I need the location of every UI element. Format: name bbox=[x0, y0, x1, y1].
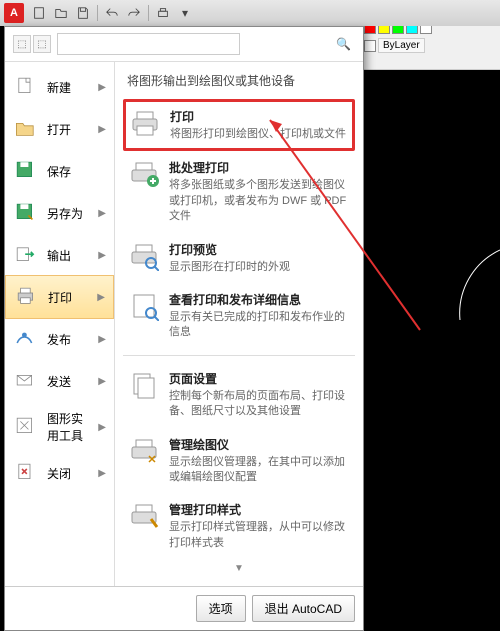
collapse-icon[interactable]: ⬚ bbox=[13, 35, 31, 53]
export-icon bbox=[13, 242, 39, 268]
menu-item-label: 另存为 bbox=[47, 205, 90, 222]
sub-item-desc: 控制每个新布局的页面布局、打印设备、图纸尺寸以及其他设置 bbox=[169, 389, 349, 420]
menu-item-save[interactable]: 保存 bbox=[5, 150, 114, 192]
menu-item-publish[interactable]: 发布 ▶ bbox=[5, 318, 114, 360]
sub-item-desc: 显示绘图仪管理器，在其中可以添加或编辑绘图仪配置 bbox=[169, 455, 349, 486]
submenu-title: 将图形输出到绘图仪或其他设备 bbox=[123, 70, 355, 91]
ribbon: ByLayer bbox=[360, 20, 500, 70]
menu-item-file-new[interactable]: 新建 ▶ bbox=[5, 66, 114, 108]
save-as-icon bbox=[13, 200, 39, 226]
qat-redo-icon[interactable] bbox=[123, 3, 145, 23]
menu-item-tools[interactable]: 图形实用工具 ▶ bbox=[5, 402, 114, 452]
sub-item-desc: 将多张图纸或多个图形发送到绘图仪或打印机，或者发布为 DWF 或 PDF 文件 bbox=[169, 178, 349, 224]
search-icon[interactable]: 🔍 bbox=[336, 37, 351, 51]
more-arrow-icon[interactable]: ▼ bbox=[123, 559, 355, 578]
menu-item-folder-open[interactable]: 打开 ▶ bbox=[5, 108, 114, 150]
chevron-right-icon: ▶ bbox=[98, 334, 106, 345]
chevron-right-icon: ▶ bbox=[98, 250, 106, 261]
sub-item-desc: 显示打印样式管理器，从中可以修改打印样式表 bbox=[169, 520, 349, 551]
options-button[interactable]: 选项 bbox=[196, 595, 246, 622]
chevron-right-icon: ▶ bbox=[98, 376, 106, 387]
file-new-icon bbox=[13, 74, 39, 100]
chevron-right-icon: ▶ bbox=[98, 422, 106, 433]
sub-item-batch-print[interactable]: 批处理打印 将多张图纸或多个图形发送到绘图仪或打印机，或者发布为 DWF 或 P… bbox=[123, 151, 355, 232]
menu-item-label: 打开 bbox=[47, 121, 90, 138]
menu-item-save-as[interactable]: 另存为 ▶ bbox=[5, 192, 114, 234]
layer-color-icon[interactable] bbox=[364, 40, 376, 52]
sub-item-printer[interactable]: 打印 将图形打印到绘图仪、打印机或文件 bbox=[123, 99, 355, 151]
chevron-right-icon: ▶ bbox=[98, 82, 106, 93]
chevron-right-icon: ▶ bbox=[98, 124, 106, 135]
sub-item-desc: 将图形打印到绘图仪、打印机或文件 bbox=[170, 127, 346, 142]
menu-right: 将图形输出到绘图仪或其他设备 打印 将图形打印到绘图仪、打印机或文件 批处理打印… bbox=[115, 62, 363, 586]
sub-item-details[interactable]: 查看打印和发布详细信息 显示有关已完成的打印和发布作业的信息 bbox=[123, 283, 355, 349]
sub-item-title: 批处理打印 bbox=[169, 159, 349, 176]
exit-button[interactable]: 退出 AutoCAD bbox=[252, 595, 355, 622]
folder-open-icon bbox=[13, 116, 39, 142]
sub-item-title: 查看打印和发布详细信息 bbox=[169, 291, 349, 308]
plotter-icon bbox=[129, 436, 159, 466]
sub-item-styles[interactable]: 管理打印样式 显示打印样式管理器，从中可以修改打印样式表 bbox=[123, 493, 355, 559]
sub-item-title: 页面设置 bbox=[169, 370, 349, 387]
preview-icon bbox=[129, 241, 159, 271]
titlebar: A ▾ bbox=[0, 0, 500, 26]
details-icon bbox=[129, 291, 159, 321]
menu-item-label: 发送 bbox=[47, 373, 90, 390]
chevron-right-icon: ▶ bbox=[97, 292, 105, 303]
save-icon bbox=[13, 158, 39, 184]
print-icon bbox=[14, 284, 40, 310]
printer-icon bbox=[130, 108, 160, 138]
expand-icon[interactable]: ⬚ bbox=[33, 35, 51, 53]
qat-save-icon[interactable] bbox=[72, 3, 94, 23]
page-setup-icon bbox=[129, 370, 159, 400]
send-icon bbox=[13, 368, 39, 394]
sub-item-title: 打印 bbox=[170, 108, 346, 125]
publish-icon bbox=[13, 326, 39, 352]
close-doc-icon bbox=[13, 460, 39, 486]
chevron-right-icon: ▶ bbox=[98, 468, 106, 479]
menu-item-label: 新建 bbox=[47, 79, 90, 96]
menu-footer: 选项 退出 AutoCAD bbox=[5, 586, 363, 630]
sub-item-desc: 显示有关已完成的打印和发布作业的信息 bbox=[169, 310, 349, 341]
menu-item-label: 打印 bbox=[48, 289, 89, 306]
tools-icon bbox=[13, 414, 39, 440]
qat-undo-icon[interactable] bbox=[101, 3, 123, 23]
sub-item-title: 管理打印样式 bbox=[169, 501, 349, 518]
qat-dropdown-icon[interactable]: ▾ bbox=[174, 3, 196, 23]
sub-item-page-setup[interactable]: 页面设置 控制每个新布局的页面布局、打印设备、图纸尺寸以及其他设置 bbox=[123, 362, 355, 428]
layer-dropdown[interactable]: ByLayer bbox=[378, 38, 425, 53]
batch-print-icon bbox=[129, 159, 159, 189]
chevron-right-icon: ▶ bbox=[98, 208, 106, 219]
sub-item-preview[interactable]: 打印预览 显示图形在打印时的外观 bbox=[123, 233, 355, 283]
sub-item-title: 打印预览 bbox=[169, 241, 290, 258]
menu-left: 新建 ▶ 打开 ▶ 保存 另存为 ▶ 输出 ▶ 打印 ▶ 发布 ▶ 发送 ▶ 图… bbox=[5, 62, 115, 586]
sub-item-plotter[interactable]: 管理绘图仪 显示绘图仪管理器，在其中可以添加或编辑绘图仪配置 bbox=[123, 428, 355, 494]
menu-item-close-doc[interactable]: 关闭 ▶ bbox=[5, 452, 114, 494]
qat-print-icon[interactable] bbox=[152, 3, 174, 23]
menu-item-label: 发布 bbox=[47, 331, 90, 348]
menu-item-label: 保存 bbox=[47, 163, 106, 180]
qat-new-icon[interactable] bbox=[28, 3, 50, 23]
menu-item-export[interactable]: 输出 ▶ bbox=[5, 234, 114, 276]
menu-item-label: 关闭 bbox=[47, 465, 90, 482]
search-input[interactable] bbox=[57, 33, 240, 55]
app-menu: ⬚ ⬚ 🔍 新建 ▶ 打开 ▶ 保存 另存为 ▶ 输出 ▶ 打印 ▶ 发布 ▶ … bbox=[4, 26, 364, 631]
qat-open-icon[interactable] bbox=[50, 3, 72, 23]
sub-item-desc: 显示图形在打印时的外观 bbox=[169, 260, 290, 275]
menu-item-label: 图形实用工具 bbox=[47, 410, 90, 444]
styles-icon bbox=[129, 501, 159, 531]
app-icon[interactable]: A bbox=[4, 3, 24, 23]
menu-item-print[interactable]: 打印 ▶ bbox=[5, 275, 114, 319]
menu-item-send[interactable]: 发送 ▶ bbox=[5, 360, 114, 402]
menu-item-label: 输出 bbox=[47, 247, 90, 264]
sub-item-title: 管理绘图仪 bbox=[169, 436, 349, 453]
